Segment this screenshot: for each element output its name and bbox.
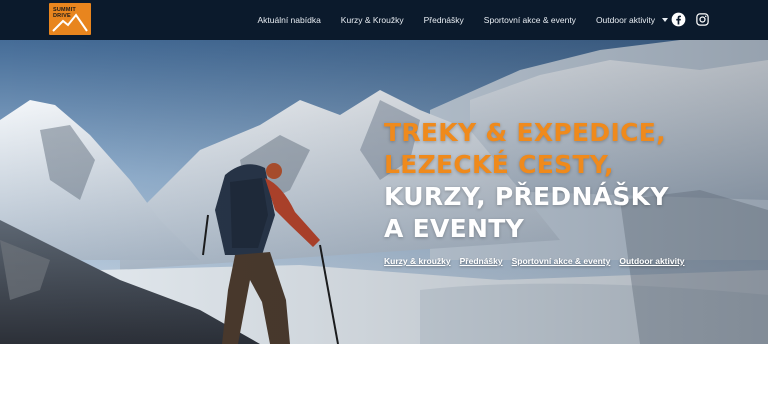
top-navbar: SUMMIT DRIVE Aktuální nabídka Kurzy & Kr… xyxy=(0,0,768,40)
headline-line-3: KURZY, PŘEDNÁŠKY xyxy=(384,182,669,211)
hero-banner: TREKY & EXPEDICE, LEZECKÉ CESTY, KURZY, … xyxy=(0,40,768,344)
nav-sportovni-akce[interactable]: Sportovní akce & eventy xyxy=(484,15,576,25)
logo-mountain-icon xyxy=(52,13,88,32)
hero-link-prednasky[interactable]: Přednášky xyxy=(460,256,503,266)
nav-kurzy-krouzky[interactable]: Kurzy & Kroužky xyxy=(341,15,404,25)
social-links xyxy=(671,12,710,27)
hero-headline: TREKY & EXPEDICE, LEZECKÉ CESTY, KURZY, … xyxy=(384,117,669,245)
facebook-icon[interactable] xyxy=(671,12,686,27)
headline-line-2: LEZECKÉ CESTY, xyxy=(384,150,614,179)
hero-link-kurzy-krouzky[interactable]: Kurzy & kroužky xyxy=(384,256,451,266)
headline-line-4: A EVENTY xyxy=(384,214,525,243)
hero-link-outdoor-aktivity[interactable]: Outdoor aktivity xyxy=(619,256,684,266)
nav-outdoor-aktivity[interactable]: Outdoor aktivity xyxy=(596,15,668,25)
headline-line-1: TREKY & EXPEDICE, xyxy=(384,118,666,147)
hero-quick-links: Kurzy & kroužky Přednášky Sportovní akce… xyxy=(384,256,685,266)
site-logo[interactable]: SUMMIT DRIVE xyxy=(49,3,91,35)
chevron-down-icon xyxy=(662,18,668,22)
main-nav: Aktuální nabídka Kurzy & Kroužky Přednáš… xyxy=(237,0,668,40)
nav-outdoor-aktivity-label: Outdoor aktivity xyxy=(595,15,655,25)
instagram-icon[interactable] xyxy=(695,12,710,27)
nav-aktualni-nabidka[interactable]: Aktuální nabídka xyxy=(257,15,320,25)
nav-prednasky[interactable]: Přednášky xyxy=(424,15,464,25)
hero-link-sportovni-akce[interactable]: Sportovní akce & eventy xyxy=(512,256,611,266)
content-area xyxy=(0,344,768,418)
